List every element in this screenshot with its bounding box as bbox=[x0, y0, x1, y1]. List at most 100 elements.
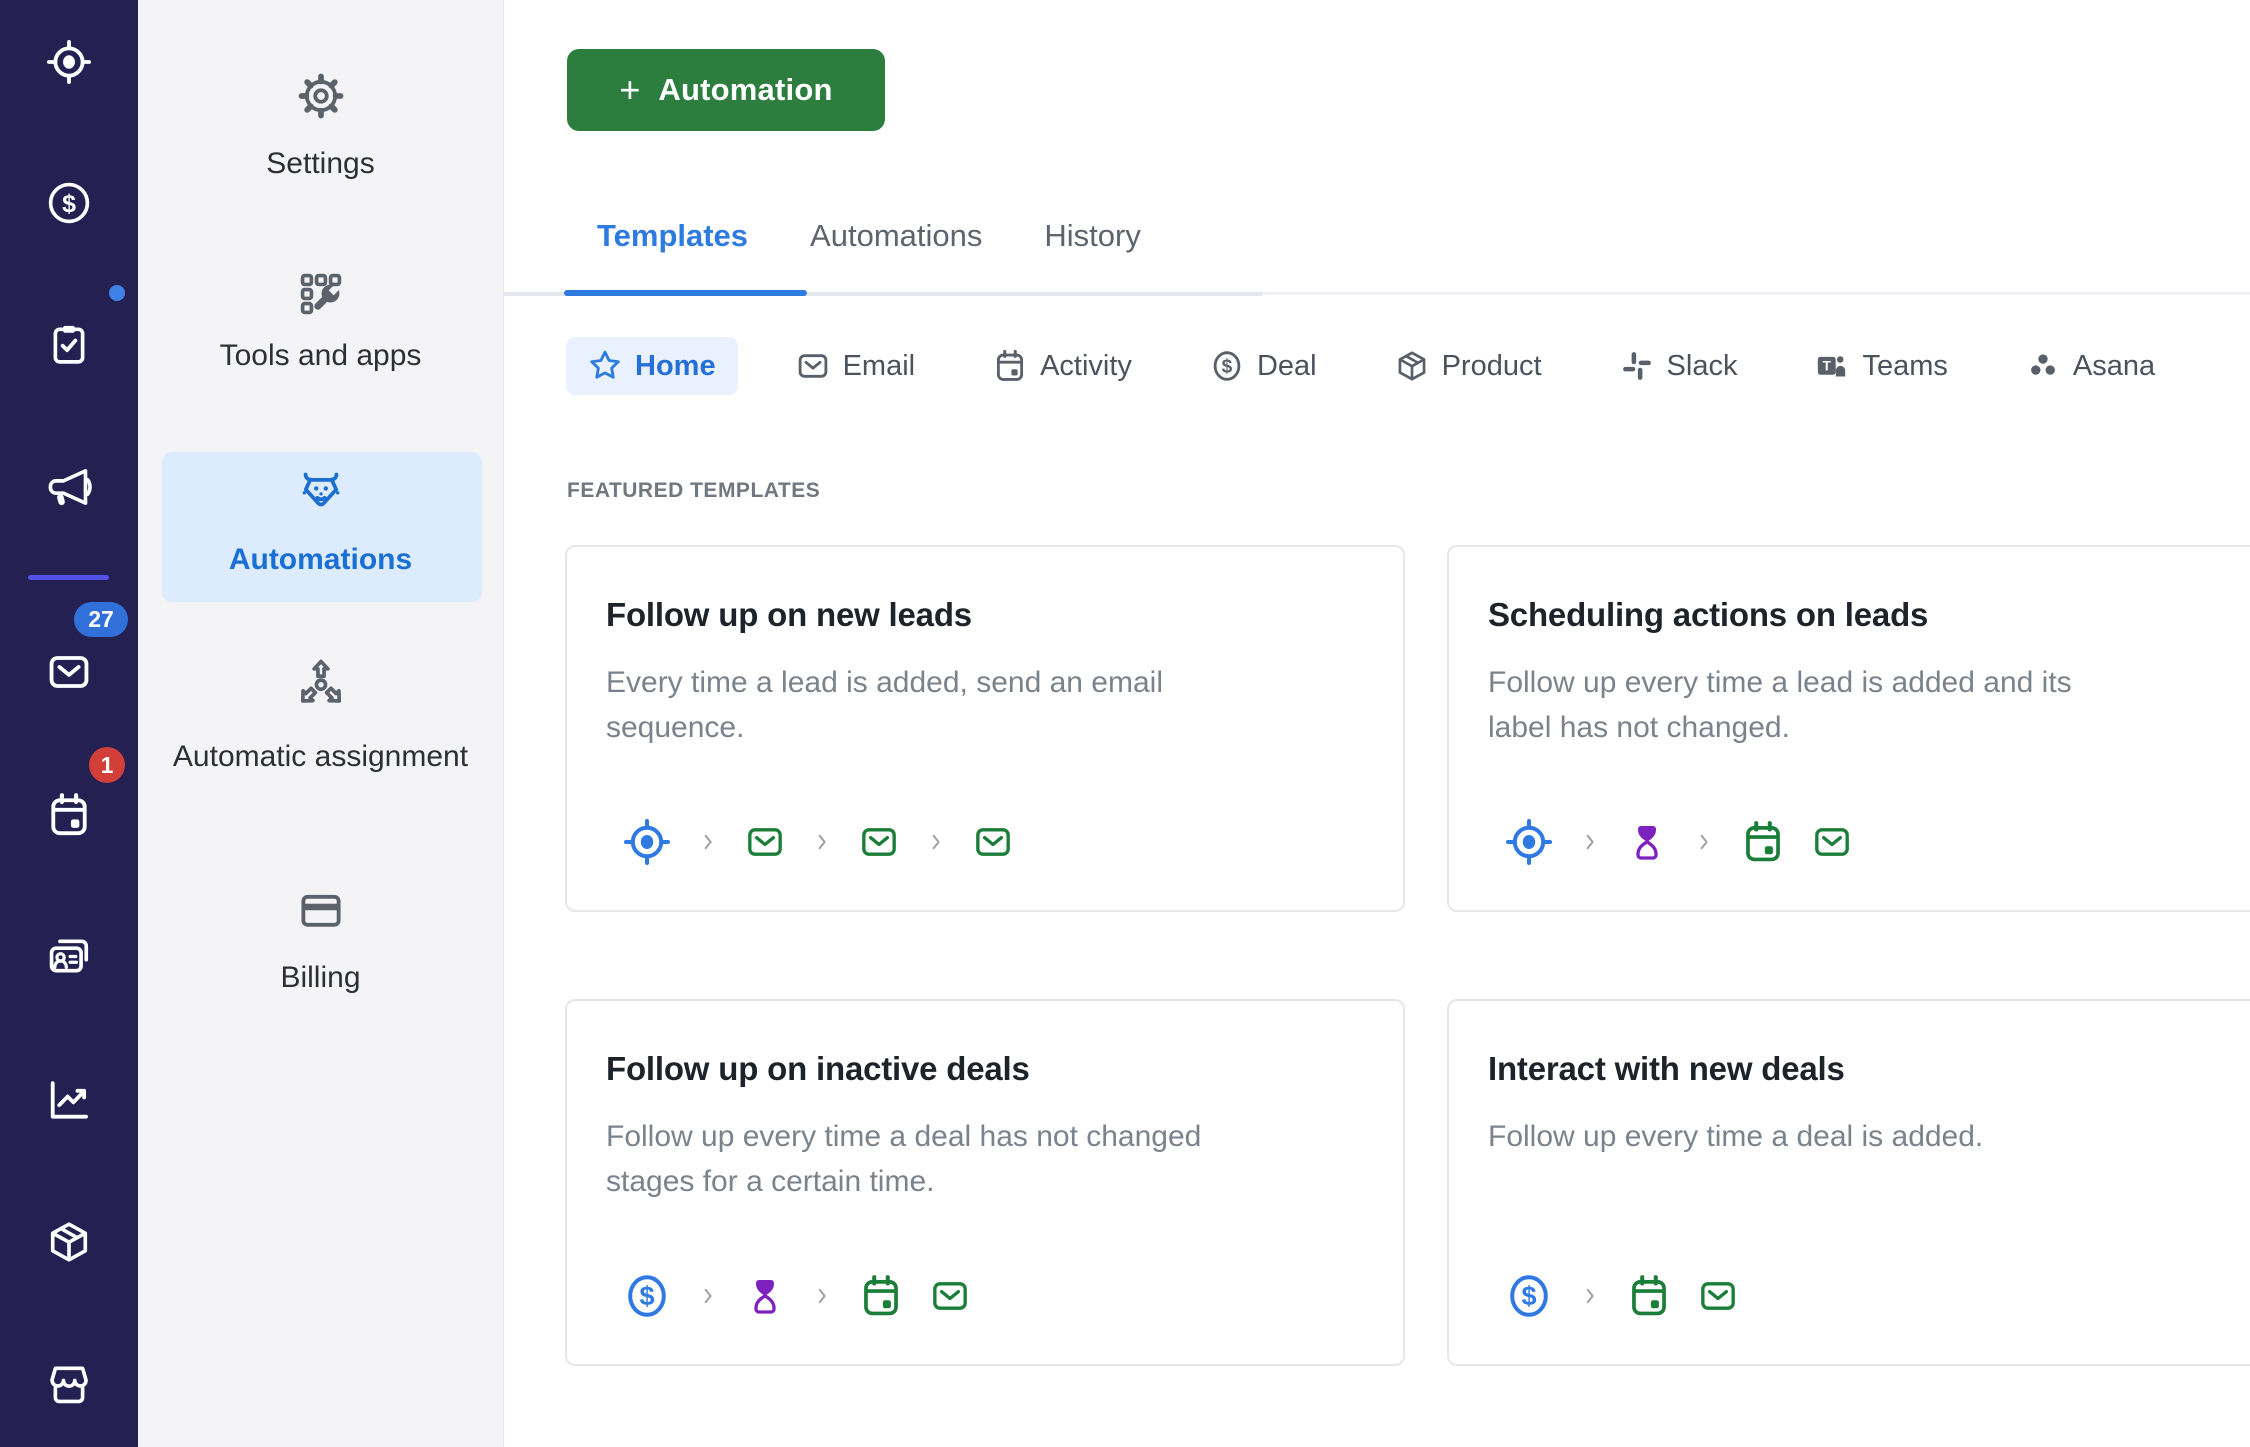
filter-chip-asana[interactable]: Asana bbox=[2026, 349, 2155, 383]
envelope-icon bbox=[796, 349, 830, 383]
nav-tasks[interactable] bbox=[0, 322, 138, 368]
leads-target-icon bbox=[46, 39, 92, 85]
plus-icon: + bbox=[619, 69, 641, 110]
filter-chip-label: Email bbox=[842, 349, 916, 382]
sidebar-item-billing[interactable]: Billing bbox=[138, 961, 503, 995]
nav-insights[interactable] bbox=[0, 1077, 138, 1123]
tab-bar: Templates Automations History bbox=[597, 218, 1141, 254]
nav-mail[interactable] bbox=[0, 649, 138, 695]
automation-flow bbox=[1505, 818, 1852, 866]
nav-rail-divider bbox=[28, 575, 109, 580]
branch-arrows-icon[interactable] bbox=[138, 658, 503, 710]
sidebar-item-tools-and-apps[interactable]: Tools and apps bbox=[138, 339, 503, 373]
nav-campaigns[interactable] bbox=[0, 464, 138, 510]
automation-flow bbox=[1505, 1272, 1738, 1320]
activities-count-badge: 1 bbox=[89, 747, 125, 783]
campaigns-megaphone-icon bbox=[48, 469, 92, 506]
template-card-follow-up-new-leads[interactable]: Follow up on new leads Every time a lead… bbox=[565, 545, 1405, 912]
email-icon bbox=[745, 822, 785, 862]
template-card-scheduling-actions-leads[interactable]: Scheduling actions on leads Follow up ev… bbox=[1447, 545, 2250, 912]
activity-calendar-icon bbox=[1741, 820, 1785, 864]
main-content: + Automation Templates Automations Histo… bbox=[504, 0, 2250, 1447]
filter-chip-teams[interactable]: T Teams bbox=[1815, 349, 1948, 383]
template-card-interact-new-deals[interactable]: Interact with new deals Follow up every … bbox=[1447, 999, 2250, 1366]
svg-text:$: $ bbox=[62, 190, 76, 218]
automation-flow bbox=[623, 818, 1013, 866]
star-icon bbox=[590, 350, 620, 379]
template-card-description: Follow up every time a lead is added and… bbox=[1488, 666, 2072, 744]
mail-count-badge: 27 bbox=[74, 602, 128, 637]
template-card-follow-up-inactive-deals[interactable]: Follow up on inactive deals Follow up ev… bbox=[565, 999, 1405, 1366]
products-box-icon bbox=[46, 1219, 92, 1265]
nav-rail: $ 27 1 bbox=[0, 0, 138, 1447]
tasks-clipboard-icon bbox=[53, 325, 85, 364]
filter-chip-label: Product bbox=[1441, 349, 1542, 382]
sidebar-item-automations-label: Automations bbox=[228, 543, 413, 576]
automation-flow bbox=[623, 1272, 970, 1320]
template-card-title: Follow up on new leads bbox=[606, 596, 972, 633]
filter-chip-email[interactable]: Email bbox=[796, 349, 916, 383]
template-card-grid: Follow up on new leads Every time a lead… bbox=[565, 545, 2250, 1366]
nav-products[interactable] bbox=[0, 1219, 138, 1265]
template-card-description: Follow up every time a deal is added. bbox=[1488, 1120, 1984, 1153]
filter-chip-label: Deal bbox=[1256, 349, 1317, 382]
chevron-right-icon bbox=[1694, 832, 1714, 852]
active-tab-underline bbox=[564, 290, 807, 296]
lead-target-icon bbox=[1505, 818, 1553, 866]
filter-chip-label: Home bbox=[635, 349, 716, 382]
nav-deals[interactable]: $ bbox=[0, 180, 138, 226]
template-filter-bar: Home Email Activity Deal Product Slack T… bbox=[566, 337, 2155, 395]
chevron-right-icon bbox=[1580, 1286, 1600, 1306]
email-icon bbox=[1812, 822, 1852, 862]
tasks-notification-dot bbox=[109, 285, 125, 301]
activity-calendar-icon bbox=[859, 1274, 903, 1318]
chevron-right-icon bbox=[812, 1286, 832, 1306]
tools-wrench-icon[interactable] bbox=[138, 271, 503, 317]
filter-chip-label: Slack bbox=[1666, 349, 1738, 382]
filter-chip-activity[interactable]: Activity bbox=[993, 349, 1132, 383]
activity-calendar-icon bbox=[1627, 1274, 1671, 1318]
chevron-right-icon bbox=[812, 832, 832, 852]
box-icon bbox=[1395, 349, 1429, 383]
template-card-title: Scheduling actions on leads bbox=[1488, 596, 1929, 633]
robot-icon bbox=[138, 467, 503, 517]
tab-automations[interactable]: Automations bbox=[810, 218, 982, 254]
nav-activities[interactable] bbox=[0, 792, 138, 838]
nav-contacts[interactable] bbox=[0, 935, 138, 981]
chevron-right-icon bbox=[1580, 832, 1600, 852]
chevron-right-icon bbox=[698, 1286, 718, 1306]
template-card-title: Interact with new deals bbox=[1488, 1050, 1845, 1087]
gear-icon[interactable] bbox=[138, 73, 503, 119]
svg-text:T: T bbox=[1823, 358, 1832, 373]
email-icon bbox=[973, 822, 1013, 862]
nav-marketplace[interactable] bbox=[0, 1362, 138, 1408]
teams-icon: T bbox=[1818, 356, 1846, 377]
tab-templates[interactable]: Templates bbox=[597, 218, 748, 254]
marketplace-store-icon bbox=[50, 1366, 88, 1404]
filter-chip-slack[interactable]: Slack bbox=[1620, 349, 1738, 383]
email-icon bbox=[859, 822, 899, 862]
tab-history[interactable]: History bbox=[1044, 218, 1140, 254]
slack-icon bbox=[1622, 352, 1651, 380]
wait-hourglass-icon bbox=[1627, 822, 1667, 862]
add-automation-button[interactable]: + Automation bbox=[567, 49, 885, 131]
filter-chip-label: Asana bbox=[2072, 349, 2156, 382]
filter-chip-deal[interactable]: Deal bbox=[1210, 349, 1317, 383]
filter-chip-label: Activity bbox=[1040, 349, 1132, 382]
sidebar-item-settings[interactable]: Settings bbox=[138, 147, 503, 181]
filter-chip-home[interactable]: Home bbox=[566, 337, 738, 395]
calendar-icon bbox=[993, 349, 1027, 383]
sidebar-item-automatic-assignment[interactable]: Automatic assignment bbox=[138, 731, 503, 782]
settings-sidebar: Settings Tools and apps Automations Auto… bbox=[138, 0, 504, 1447]
template-card-description: Follow up every time a deal has not chan… bbox=[606, 1120, 1202, 1198]
template-card-description: Every time a lead is added, send an emai… bbox=[606, 666, 1163, 744]
credit-card-icon[interactable] bbox=[138, 888, 503, 934]
nav-leads[interactable] bbox=[0, 39, 138, 85]
chevron-right-icon bbox=[926, 832, 946, 852]
deal-dollar-icon bbox=[623, 1272, 671, 1320]
deal-dollar-icon bbox=[1505, 1272, 1553, 1320]
add-automation-label: Automation bbox=[658, 72, 833, 107]
featured-templates-heading: FEATURED TEMPLATES bbox=[567, 479, 821, 502]
asana-icon bbox=[2030, 354, 2055, 375]
filter-chip-product[interactable]: Product bbox=[1395, 349, 1542, 383]
